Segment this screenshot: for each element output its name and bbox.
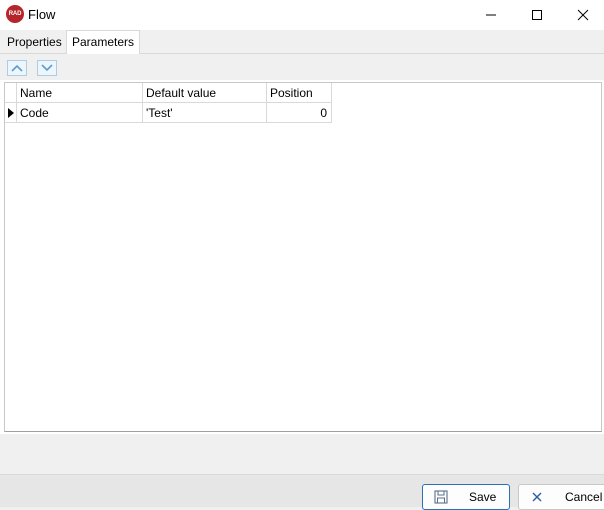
save-label: Save <box>469 490 497 504</box>
tab-strip: Properties Parameters <box>0 30 604 54</box>
maximize-button[interactable] <box>514 0 560 30</box>
parameters-toolbar <box>0 54 604 80</box>
tab-parameters[interactable]: Parameters <box>66 30 141 54</box>
cell-default-value[interactable]: 'Test' <box>143 103 267 123</box>
parameters-grid[interactable]: Name Default value Position Code 'Test' … <box>4 82 602 432</box>
column-header-default-value[interactable]: Default value <box>143 83 267 103</box>
column-header-position[interactable]: Position <box>267 83 332 103</box>
dialog-footer: Save Cancel <box>0 474 604 510</box>
tab-properties[interactable]: Properties <box>2 32 67 53</box>
move-up-button[interactable] <box>7 60 27 76</box>
minimize-icon <box>486 14 496 16</box>
row-indicator-header <box>5 83 17 103</box>
minimize-button[interactable] <box>468 0 514 30</box>
save-button[interactable]: Save <box>422 484 510 510</box>
parameters-panel: Name Default value Position Code 'Test' … <box>0 54 604 434</box>
move-down-button[interactable] <box>37 60 57 76</box>
table-row[interactable]: Code 'Test' 0 <box>5 103 332 123</box>
title-bar: RAD Flow <box>0 0 604 30</box>
grid-header-row: Name Default value Position <box>5 83 332 103</box>
close-icon <box>577 9 589 21</box>
window-title: Flow <box>28 7 56 22</box>
row-indicator[interactable] <box>5 103 17 123</box>
chevron-up-icon <box>11 64 23 72</box>
app-logo-icon: RAD <box>6 5 24 23</box>
cell-name[interactable]: Code <box>17 103 143 123</box>
floppy-disk-icon <box>433 489 449 505</box>
x-icon <box>529 489 545 505</box>
maximize-icon <box>532 10 542 20</box>
current-row-arrow-icon <box>7 107 14 118</box>
chevron-down-icon <box>41 64 53 72</box>
column-header-name[interactable]: Name <box>17 83 143 103</box>
cancel-button[interactable]: Cancel <box>518 484 604 510</box>
cancel-label: Cancel <box>565 490 603 504</box>
cell-position[interactable]: 0 <box>267 103 332 123</box>
close-button[interactable] <box>560 0 604 30</box>
